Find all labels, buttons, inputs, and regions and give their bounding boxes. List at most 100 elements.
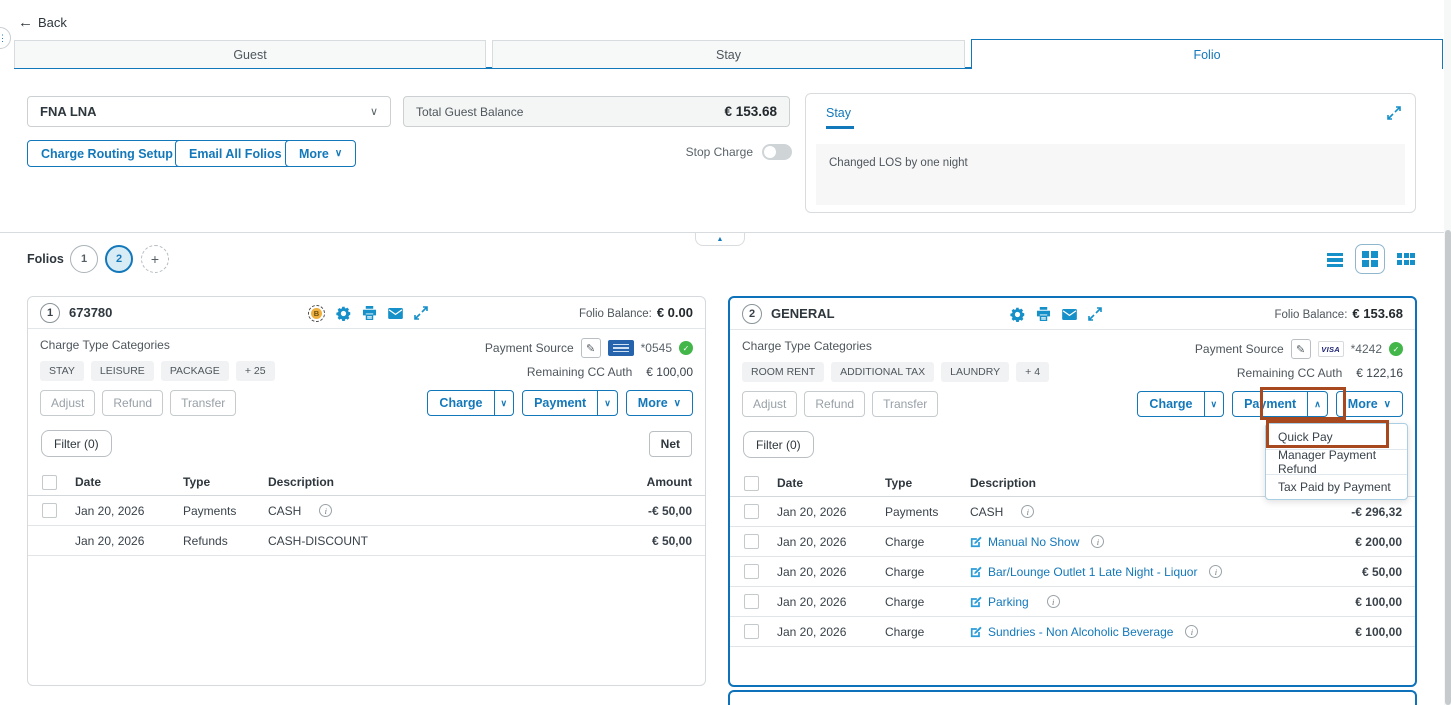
payment-button[interactable]: Payment [523,391,597,415]
row-checkbox[interactable] [744,594,759,609]
email-icon[interactable] [1062,309,1077,320]
grid-2-view-icon[interactable] [1355,244,1385,274]
row-type: Charge [885,595,970,609]
row-description[interactable]: Manual No Show [988,535,1079,549]
charge-button[interactable]: Charge [428,391,493,415]
collapse-header-button[interactable]: ▲ [695,233,745,246]
charge-routing-setup-button[interactable]: Charge Routing Setup [27,140,187,167]
select-all-checkbox[interactable] [42,475,57,490]
row-description[interactable]: Sundries - Non Alcoholic Beverage [988,625,1173,639]
row-description[interactable]: Parking [988,595,1029,609]
filter-button[interactable]: Filter (0) [41,430,112,457]
row-amount: € 200,00 [1295,535,1415,549]
adjust-button[interactable]: Adjust [742,391,797,417]
row-checkbox[interactable] [744,564,759,579]
row-type: Charge [885,565,970,579]
charge-button[interactable]: Charge [1138,392,1203,416]
tab-guest[interactable]: Guest [14,40,486,68]
edit-charge-icon[interactable] [970,566,982,578]
row-type: Charge [885,625,970,639]
folio-1-header: 1 673780 B Folio Balance: € 0.00 [28,297,705,329]
category-chip-more[interactable]: + 25 [236,361,275,381]
tab-folio[interactable]: Folio [971,39,1443,69]
edit-charge-icon[interactable] [970,596,982,608]
stop-charge-toggle[interactable] [762,144,792,160]
payment-split-button: Payment ∨ [522,390,618,416]
edit-charge-icon[interactable] [970,626,982,638]
expand-icon[interactable] [1387,106,1401,120]
payment-source-label: Payment Source [485,341,574,355]
remaining-cc-auth-value: € 122,16 [1356,366,1403,380]
edit-charge-icon[interactable] [970,536,982,548]
payment-caret-button[interactable]: ∨ [597,391,617,415]
refund-button[interactable]: Refund [804,391,865,417]
info-icon[interactable]: i [1021,505,1034,518]
info-icon[interactable]: i [319,504,332,517]
table-row: Jan 20, 2026 Payments CASHi -€ 50,00 [28,496,705,526]
back-button[interactable]: ← Back [18,14,67,31]
guest-more-button[interactable]: More ∨ [285,140,356,167]
gear-icon[interactable] [336,306,351,321]
stay-notes-tab[interactable]: Stay [826,106,854,129]
stop-charge-control: Stop Charge [620,144,792,160]
row-checkbox[interactable] [744,504,759,519]
net-button[interactable]: Net [649,431,692,457]
adjust-button[interactable]: Adjust [40,390,95,416]
card-last-digits: *4242 [1351,342,1382,356]
charge-split-button: Charge ∨ [1137,391,1224,417]
row-date: Jan 20, 2026 [777,505,885,519]
grid-3-view-icon[interactable] [1397,253,1415,265]
menu-item-quick-pay[interactable]: Quick Pay [1266,424,1407,449]
folio-pill-2-label: 2 [116,253,122,265]
info-icon[interactable]: i [1209,565,1222,578]
ellipsis-icon: ⋮ [0,33,7,44]
category-chip-more[interactable]: + 4 [1016,362,1049,382]
email-all-folios-button[interactable]: Email All Folios [175,140,296,167]
row-checkbox[interactable] [744,534,759,549]
info-icon[interactable]: i [1047,595,1060,608]
refund-button[interactable]: Refund [102,390,163,416]
folio-1-header-icons: B [308,297,428,329]
email-icon[interactable] [388,308,403,319]
stay-note-text: Changed LOS by one night [816,144,1405,182]
transfer-button[interactable]: Transfer [872,391,938,417]
payment-caret-button[interactable]: ∧ [1307,392,1327,416]
charge-caret-button[interactable]: ∨ [494,391,514,415]
printer-icon[interactable] [362,306,377,320]
transfer-label: Transfer [883,397,927,411]
folio-pill-2[interactable]: 2 [105,245,133,273]
folio-pill-1[interactable]: 1 [70,245,98,273]
filter-button[interactable]: Filter (0) [743,431,814,458]
expand-icon[interactable] [414,306,428,320]
info-icon[interactable]: i [1185,625,1198,638]
stop-charge-label: Stop Charge [686,145,753,159]
info-icon[interactable]: i [1091,535,1104,548]
expand-icon[interactable] [1088,307,1102,321]
row-amount: € 50,00 [585,534,705,548]
row-checkbox[interactable] [42,503,57,518]
folios-label: Folios [27,252,64,266]
gear-icon[interactable] [1010,307,1025,322]
more-button[interactable]: More ∨ [1336,391,1403,417]
side-panel-toggle[interactable]: ⋮ [0,27,11,49]
payment-button[interactable]: Payment [1233,392,1307,416]
menu-item-tax-paid-by-payment[interactable]: Tax Paid by Payment [1266,474,1407,499]
list-view-icon[interactable] [1327,251,1343,268]
charge-caret-button[interactable]: ∨ [1204,392,1224,416]
edit-payment-source-button[interactable]: ✎ [581,338,601,358]
scrollbar-thumb[interactable] [1445,230,1451,705]
printer-icon[interactable] [1036,307,1051,321]
category-chips: ROOM RENT ADDITIONAL TAX LAUNDRY + 4 [742,362,1049,382]
tab-stay[interactable]: Stay [492,40,965,68]
guest-selector[interactable]: FNA LNA ∨ [27,96,391,127]
menu-item-manager-payment-refund[interactable]: Manager Payment Refund [1266,449,1407,474]
transfer-button[interactable]: Transfer [170,390,236,416]
edit-payment-source-button[interactable]: ✎ [1291,339,1311,359]
category-chip: STAY [40,361,84,381]
more-button[interactable]: More ∨ [626,390,693,416]
select-all-checkbox[interactable] [744,476,759,491]
add-folio-button[interactable]: + [141,245,169,273]
row-checkbox[interactable] [744,624,759,639]
row-description: CASH [268,504,301,518]
row-description[interactable]: Bar/Lounge Outlet 1 Late Night - Liquor [988,565,1197,579]
